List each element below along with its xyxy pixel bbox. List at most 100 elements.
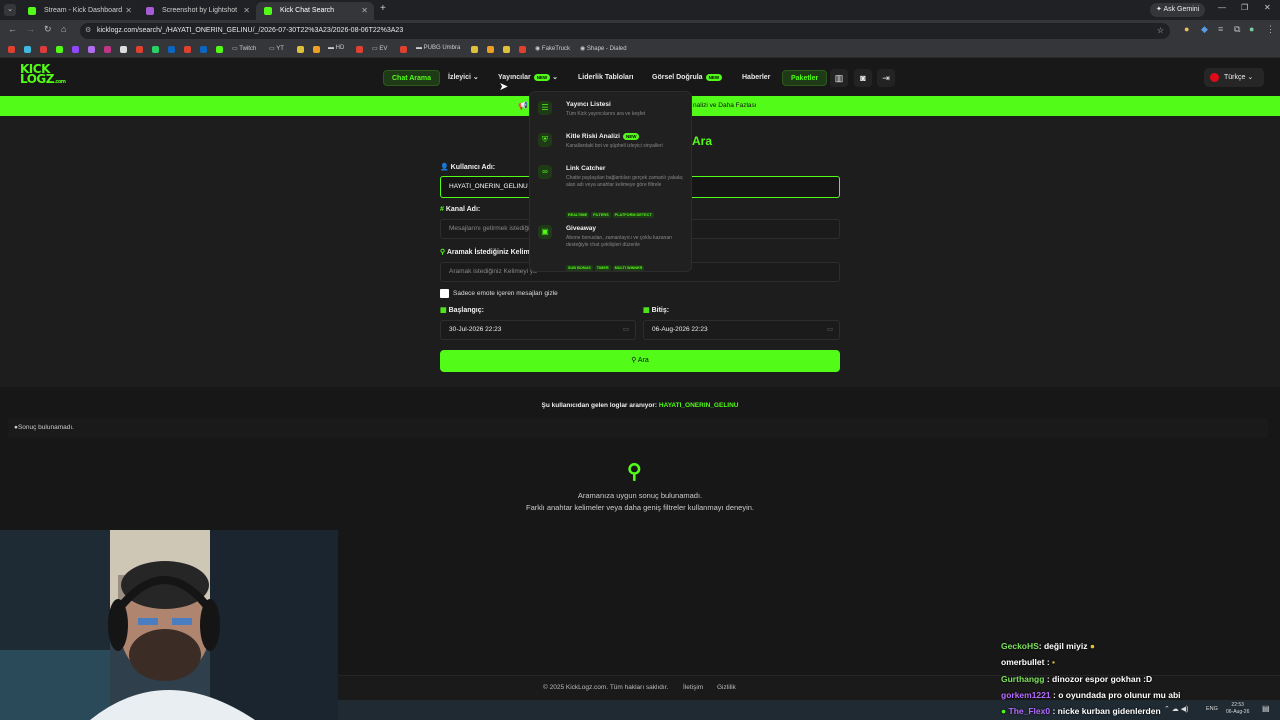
start-date-input[interactable]: 30-Jul-2026 22:23 ▭ xyxy=(440,320,636,340)
ask-gemini-button[interactable]: ✦ Ask Gemini xyxy=(1150,3,1206,17)
turkey-flag-icon xyxy=(1210,73,1219,82)
bookmark-pubg-umbra[interactable]: ▬ PUBG Umbra xyxy=(416,45,460,51)
nav-viewer[interactable]: İzleyici ⌄ xyxy=(448,70,479,86)
bookmark-folder-twitch[interactable]: ▭ Twitch xyxy=(232,45,256,52)
notification-icon[interactable]: ▤ xyxy=(1262,704,1270,713)
bookmark-favicon-icon[interactable] xyxy=(400,46,407,53)
footer-privacy-link[interactable]: Gizlilik xyxy=(717,684,736,691)
tag: SUB BONUS xyxy=(566,265,593,271)
webcam-overlay xyxy=(0,530,338,720)
tag-list: REALTIME FILTERS PLATFORM DETECT xyxy=(566,203,656,221)
bookmark-favicon-icon[interactable] xyxy=(56,46,63,53)
bookmark-favicon-icon[interactable] xyxy=(200,46,207,53)
forward-icon[interactable]: → xyxy=(26,24,35,34)
site-info-icon[interactable]: ⚙ xyxy=(85,23,91,39)
bookmark-faketruck[interactable]: ◉ FakeTruck xyxy=(535,45,570,52)
bookmark-shape-dialed[interactable]: ◉ Shape - Dialed xyxy=(580,45,627,52)
calendar-picker-icon[interactable]: ▭ xyxy=(623,321,629,339)
bookmark-folder-ev[interactable]: ▭ EV xyxy=(372,45,387,52)
bookmark-favicon-icon[interactable] xyxy=(471,46,478,53)
nav-leaderboards[interactable]: Liderlik Tabloları xyxy=(578,70,634,86)
search-icon: ⚲ xyxy=(631,357,637,364)
bookmark-favicon-icon[interactable] xyxy=(88,46,95,53)
calendar-picker-icon[interactable]: ▭ xyxy=(827,321,833,339)
tray-language[interactable]: ENG xyxy=(1206,706,1218,712)
dropdown-item-link-catcher[interactable]: ∞ Link Catcher Chatte paylaşılan bağlant… xyxy=(538,165,686,218)
searching-prefix: Şu kullanıcıdan gelen loglar aranıyor: xyxy=(541,402,658,409)
end-date-input[interactable]: 06-Aug-2026 22:23 ▭ xyxy=(643,320,840,340)
tray-clock[interactable]: 22:53 06-Aug-26 xyxy=(1226,702,1249,716)
bookmark-favicon-icon[interactable] xyxy=(503,46,510,53)
bookmark-favicon-icon[interactable] xyxy=(356,46,363,53)
extension-icon[interactable]: ● xyxy=(1184,24,1189,34)
maximize-button[interactable]: ❐ xyxy=(1241,3,1248,12)
bookmark-hd[interactable]: ▬ HD xyxy=(328,45,344,51)
login-icon[interactable]: ⇥ xyxy=(877,69,895,87)
stats-chart-icon[interactable]: ▥ xyxy=(830,69,848,87)
searching-status: Şu kullanıcıdan gelen loglar aranıyor: H… xyxy=(0,402,1280,409)
bookmark-favicon-icon[interactable] xyxy=(519,46,526,53)
dropdown-item-desc: Abone bonusları, zamanlayıcı ve çoklu ka… xyxy=(566,235,672,248)
chevron-down-icon: ⌄ xyxy=(472,74,479,81)
search-button[interactable]: ⚲ Ara xyxy=(440,350,840,372)
bookmark-favicon-icon[interactable] xyxy=(8,46,15,53)
browser-menu-icon[interactable]: ⋮ xyxy=(1266,24,1275,35)
dropdown-item-streamer-list[interactable]: ☰ Yayıncı Listesi Tüm Kick yayıncılarını… xyxy=(538,101,686,123)
new-tab-button[interactable]: + xyxy=(380,3,386,14)
tray-icons[interactable]: ⌃ ☁ ◀) xyxy=(1164,705,1188,713)
close-window-button[interactable]: ✕ xyxy=(1264,3,1271,12)
extension-icon[interactable]: ◆ xyxy=(1201,24,1208,35)
discord-icon[interactable]: ◙ xyxy=(854,69,872,87)
bookmark-favicon-icon[interactable] xyxy=(120,46,127,53)
calendar-icon: ▦ xyxy=(643,307,650,314)
browser-tab-active[interactable]: Kick Chat Search ✕ xyxy=(256,2,374,20)
footer-contact-link[interactable]: İletişim xyxy=(683,684,703,691)
hide-emote-checkbox[interactable] xyxy=(440,289,449,298)
chat-message: omerbullet : ▪ xyxy=(1001,657,1055,667)
kicklogz-logo[interactable]: KICK LOGZ.com xyxy=(20,63,66,87)
bookmark-favicon-icon[interactable] xyxy=(297,46,304,53)
tab-search-button[interactable]: ⌄ xyxy=(4,4,16,16)
bookmark-favicon-icon[interactable] xyxy=(216,46,223,53)
profile-avatar[interactable]: ● xyxy=(1249,24,1254,34)
back-icon[interactable]: ← xyxy=(8,24,17,34)
browser-tab[interactable]: Stream - Kick Dashboard ✕ xyxy=(20,2,138,20)
bookmark-favicon-icon[interactable] xyxy=(104,46,111,53)
nav-packages-button[interactable]: Paketler xyxy=(782,70,828,86)
bookmark-favicon-icon[interactable] xyxy=(313,46,320,53)
bookmark-favicon-icon[interactable] xyxy=(168,46,175,53)
page-title: Ara xyxy=(692,134,713,148)
bookmark-favicon-icon[interactable] xyxy=(24,46,31,53)
language-selector[interactable]: Türkçe ⌄ xyxy=(1204,68,1264,87)
bookmark-favicon-icon[interactable] xyxy=(487,46,494,53)
bookmark-favicon-icon[interactable] xyxy=(40,46,47,53)
bookmark-favicon-icon[interactable] xyxy=(152,46,159,53)
close-tab-icon[interactable]: ✕ xyxy=(361,2,368,20)
hide-emote-checkbox-label[interactable]: Sadece emote içeren mesajları gizle xyxy=(453,290,558,297)
close-tab-icon[interactable]: ✕ xyxy=(125,2,132,20)
nav-chat-search[interactable]: Chat Arama xyxy=(383,70,441,86)
nav-visual-verify[interactable]: Görsel Doğrula NEW xyxy=(652,70,723,86)
reload-icon[interactable]: ↻ xyxy=(44,24,52,35)
url-input[interactable]: ⚙ kicklogz.com/search/_/HAYATI_ONERIN_GE… xyxy=(80,23,1170,39)
minimize-button[interactable]: — xyxy=(1218,3,1226,12)
keyword-label: ⚲ Aramak İstediğiniz Kelim xyxy=(440,248,530,256)
bookmarks-bar: ▭ Twitch ▭ YT ▬ HD ▭ EV ▬ PUBG Umbra ◉ F… xyxy=(0,42,1280,58)
bookmark-favicon-icon[interactable] xyxy=(136,46,143,53)
username-label: 👤 Kullanıcı Adı: xyxy=(440,163,495,171)
home-icon[interactable]: ⌂ xyxy=(61,24,66,34)
close-tab-icon[interactable]: ✕ xyxy=(243,2,250,20)
start-date-value: 30-Jul-2026 22:23 xyxy=(449,326,502,333)
extensions-puzzle-icon[interactable]: ⧉ xyxy=(1234,24,1240,35)
bookmark-favicon-icon[interactable] xyxy=(72,46,79,53)
bookmark-star-icon[interactable]: ☆ xyxy=(1157,23,1164,39)
user-icon: 👤 xyxy=(440,164,449,171)
bookmark-favicon-icon[interactable] xyxy=(184,46,191,53)
empty-search-icon: ⚲ xyxy=(627,461,642,483)
nav-news[interactable]: Haberler xyxy=(742,70,770,86)
browser-tab[interactable]: Screenshot by Lightshot ✕ xyxy=(138,2,256,20)
dropdown-item-giveaway[interactable]: ▣ Giveaway Abone bonusları, zamanlayıcı … xyxy=(538,225,686,271)
dropdown-item-audience-risk[interactable]: ⛨ Kitle Riski Analizi NEW Kanallardaki bo… xyxy=(538,133,686,155)
extension-icon[interactable]: ≡ xyxy=(1218,24,1223,34)
bookmark-folder-yt[interactable]: ▭ YT xyxy=(269,45,284,52)
